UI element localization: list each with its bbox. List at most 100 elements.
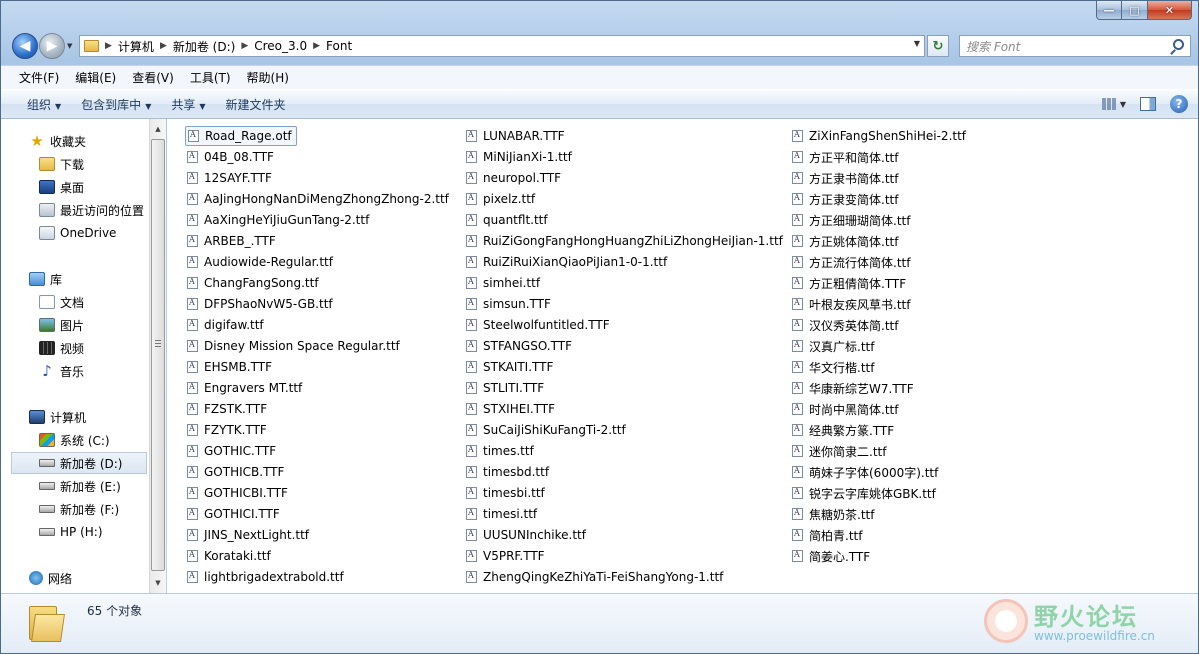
new-folder-button[interactable]: 新建文件夹 <box>216 96 296 113</box>
nav-drive-d[interactable]: 新加卷 (D:) <box>11 452 147 474</box>
file-item[interactable]: 方正姚体简体.ttf <box>790 231 902 251</box>
nav-computer[interactable]: 计算机 <box>29 406 147 428</box>
file-item[interactable]: 方正隶书简体.ttf <box>790 168 902 188</box>
file-item[interactable]: 迷你简隶二.ttf <box>790 441 890 461</box>
file-item[interactable]: Engravers MT.ttf <box>185 378 306 398</box>
breadcrumb-font[interactable]: Font <box>322 39 356 53</box>
help-icon[interactable]: ? <box>1170 95 1188 113</box>
file-item[interactable]: Korataki.ttf <box>185 546 275 566</box>
file-item[interactable]: Audiowide-Regular.ttf <box>185 252 337 272</box>
breadcrumb-separator-icon[interactable]: ▶ <box>158 41 169 51</box>
breadcrumb-separator-icon[interactable]: ▶ <box>103 41 114 51</box>
file-item[interactable]: 12SAYF.TTF <box>185 168 276 188</box>
file-item[interactable]: MiNiJianXi-1.ttf <box>464 147 576 167</box>
file-item[interactable]: ZiXinFangShenShiHei-2.ttf <box>790 126 970 146</box>
nav-downloads[interactable]: 下载 <box>39 153 147 175</box>
nav-scrollbar[interactable]: ▲ ▼ <box>149 119 166 593</box>
file-item[interactable]: GOTHIC.TTF <box>185 441 280 461</box>
close-button[interactable]: ✕ <box>1148 1 1192 20</box>
file-item[interactable]: simsun.TTF <box>464 294 555 314</box>
file-item[interactable]: 汉真广标.ttf <box>790 336 878 356</box>
file-item[interactable]: AaXingHeYiJiuGunTang-2.ttf <box>185 210 373 230</box>
file-item[interactable]: SuCaiJiShiKuFangTi-2.ttf <box>464 420 630 440</box>
file-item[interactable]: FZSTK.TTF <box>185 399 271 419</box>
refresh-button[interactable]: ↻ <box>927 35 949 57</box>
breadcrumb-separator-icon[interactable]: ▶ <box>239 41 250 51</box>
menu-tools[interactable]: 工具(T) <box>182 69 239 86</box>
file-item[interactable]: 华康新综艺W7.TTF <box>790 378 918 398</box>
file-item[interactable]: 时尚中黑简体.ttf <box>790 399 902 419</box>
share-button[interactable]: 共享 ▼ <box>161 96 215 113</box>
file-item[interactable]: STFANGSO.TTF <box>464 336 576 356</box>
search-icon[interactable] <box>1173 39 1184 50</box>
file-item[interactable]: digifaw.ttf <box>185 315 268 335</box>
nav-network[interactable]: 网络 <box>29 567 147 589</box>
file-item[interactable]: ZhengQingKeZhiYaTi-FeiShangYong-1.ttf <box>464 567 727 587</box>
breadcrumb-drive-d[interactable]: 新加卷 (D:) <box>169 38 239 55</box>
preview-pane-icon[interactable] <box>1140 97 1156 111</box>
nav-music[interactable]: ♪ 音乐 <box>39 360 147 382</box>
file-item[interactable]: Road_Rage.otf <box>185 126 297 146</box>
nav-recent-places[interactable]: 最近访问的位置 <box>39 199 149 221</box>
file-item[interactable]: EHSMB.TTF <box>185 357 276 377</box>
file-item[interactable]: 经典繁方篆.TTF <box>790 420 898 440</box>
forward-button[interactable]: ▶ <box>39 33 65 59</box>
nav-pictures[interactable]: 图片 <box>39 314 147 336</box>
menu-file[interactable]: 文件(F) <box>11 69 67 86</box>
file-item[interactable]: V5PRF.TTF <box>464 546 549 566</box>
breadcrumb-computer[interactable]: 计算机 <box>114 38 158 55</box>
back-button[interactable]: ◀ <box>12 33 38 59</box>
file-item[interactable]: pixelz.ttf <box>464 189 539 209</box>
file-item[interactable]: lightbrigadextrabold.ttf <box>185 567 348 587</box>
file-item[interactable]: DFPShaoNvW5-GB.ttf <box>185 294 337 314</box>
file-item[interactable]: STLITI.TTF <box>464 378 548 398</box>
include-in-library-button[interactable]: 包含到库中 ▼ <box>71 96 161 113</box>
nav-onedrive[interactable]: OneDrive <box>39 222 147 244</box>
file-item[interactable]: RuiZiGongFangHongHuangZhiLiZhongHeiJian-… <box>464 231 787 251</box>
file-item[interactable]: timesi.ttf <box>464 504 541 524</box>
nav-desktop[interactable]: 桌面 <box>39 176 147 198</box>
address-bar[interactable]: ▶ 计算机 ▶ 新加卷 (D:) ▶ Creo_3.0 ▶ Font ▼ <box>79 35 925 57</box>
organize-button[interactable]: 组织 ▼ <box>17 96 71 113</box>
file-item[interactable]: JINS_NextLight.ttf <box>185 525 313 545</box>
scroll-down-icon[interactable]: ▼ <box>151 575 165 591</box>
file-item[interactable]: times.ttf <box>464 441 538 461</box>
file-item[interactable]: quantflt.ttf <box>464 210 552 230</box>
file-item[interactable]: 叶根友疾风草书.ttf <box>790 294 914 314</box>
file-item[interactable]: GOTHICB.TTF <box>185 462 288 482</box>
nav-drive-e[interactable]: 新加卷 (E:) <box>39 475 147 497</box>
file-item[interactable]: STXIHEI.TTF <box>464 399 559 419</box>
file-item[interactable]: 焦糖奶茶.ttf <box>790 504 878 524</box>
nav-libraries[interactable]: 库 <box>29 268 147 290</box>
file-item[interactable]: GOTHICI.TTF <box>185 504 284 524</box>
menu-view[interactable]: 查看(V) <box>124 69 182 86</box>
file-item[interactable]: STKAITI.TTF <box>464 357 557 377</box>
file-item[interactable]: 方正平和简体.ttf <box>790 147 902 167</box>
menu-edit[interactable]: 编辑(E) <box>67 69 124 86</box>
file-item[interactable]: neuropol.TTF <box>464 168 565 188</box>
maximize-button[interactable]: □ <box>1122 1 1148 20</box>
file-item[interactable]: Disney Mission Space Regular.ttf <box>185 336 404 356</box>
minimize-button[interactable]: — <box>1096 1 1122 20</box>
scroll-up-icon[interactable]: ▲ <box>151 121 165 137</box>
file-item[interactable]: FZYTK.TTF <box>185 420 271 440</box>
file-item[interactable]: 方正细珊瑚简体.ttf <box>790 210 914 230</box>
file-item[interactable]: 锐字云字库姚体GBK.ttf <box>790 483 940 503</box>
file-item[interactable]: 汉仪秀英体简.ttf <box>790 315 902 335</box>
file-item[interactable]: RuiZiRuiXianQiaoPiJian1-0-1.ttf <box>464 252 671 272</box>
file-item[interactable]: 方正隶变简体.ttf <box>790 189 902 209</box>
recent-pages-dropdown[interactable]: ▼ <box>67 42 72 50</box>
file-item[interactable]: 简姜心.TTF <box>790 546 874 566</box>
file-item[interactable]: 方正流行体简体.ttf <box>790 252 914 272</box>
scroll-thumb[interactable] <box>151 139 165 571</box>
nav-documents[interactable]: 文档 <box>39 291 147 313</box>
breadcrumb-creo[interactable]: Creo_3.0 <box>250 39 311 53</box>
file-item[interactable]: AaJingHongNanDiMengZhongZhong-2.ttf <box>185 189 453 209</box>
file-item[interactable]: 04B_08.TTF <box>185 147 278 167</box>
nav-drive-f[interactable]: 新加卷 (F:) <box>39 498 147 520</box>
change-view-button[interactable]: ▼ <box>1101 98 1126 110</box>
file-item[interactable]: 萌妹子字体(6000字).ttf <box>790 462 942 482</box>
file-item[interactable]: LUNABAR.TTF <box>464 126 569 146</box>
file-item[interactable]: 简柏青.ttf <box>790 525 866 545</box>
file-item[interactable]: timesbi.ttf <box>464 483 549 503</box>
